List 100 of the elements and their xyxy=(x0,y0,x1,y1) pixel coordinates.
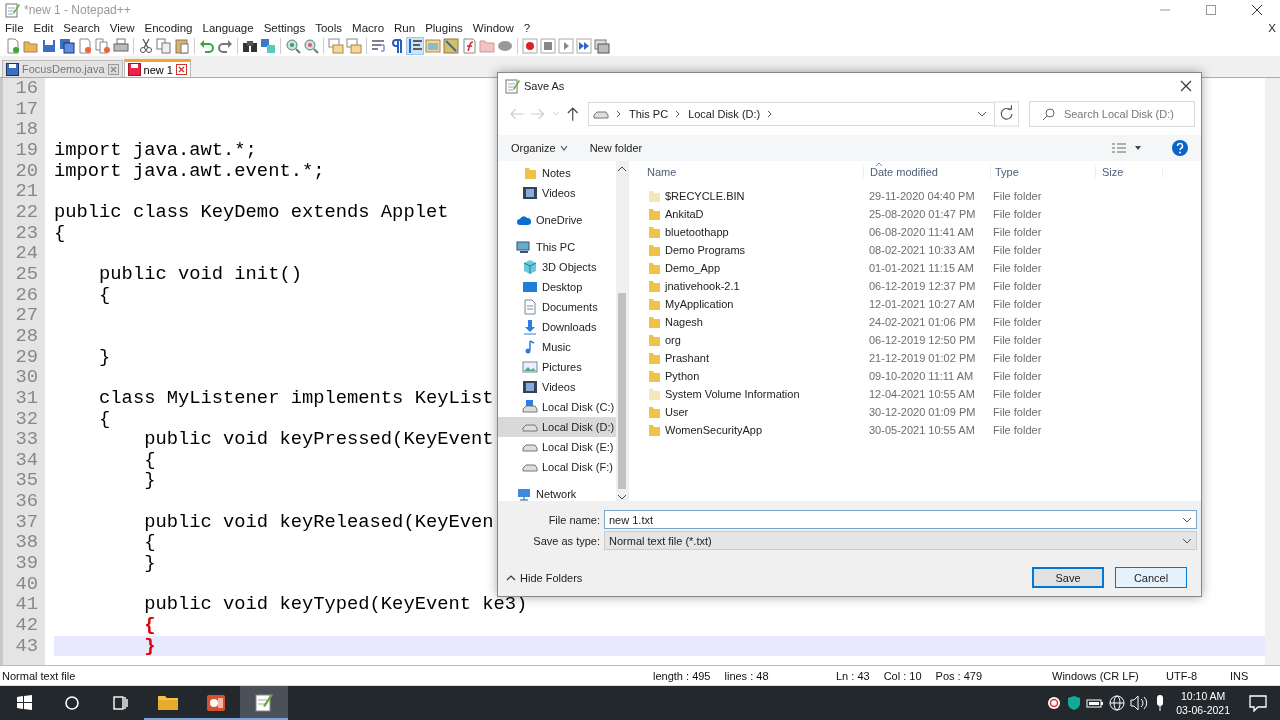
file-name[interactable]: Prashant xyxy=(665,352,710,364)
file-name[interactable]: bluetoothapp xyxy=(665,226,729,238)
dialog-button[interactable]: Cancel xyxy=(1115,567,1187,588)
file-name[interactable]: Nagesh xyxy=(665,316,703,328)
file-name[interactable]: System Volume Information xyxy=(665,388,800,400)
redo-arrow-icon[interactable] xyxy=(217,38,233,54)
fast-forward-icon[interactable] xyxy=(576,38,592,54)
column-header[interactable]: Size xyxy=(1096,166,1163,178)
navigation-item[interactable]: Pictures xyxy=(498,357,616,377)
navigation-item[interactable]: Desktop xyxy=(498,277,616,297)
close-document-button[interactable]: X xyxy=(1268,22,1276,34)
refresh-icon[interactable] xyxy=(993,101,1019,127)
navigation-item[interactable]: Notes xyxy=(498,163,616,183)
close-documents-icon[interactable] xyxy=(95,38,111,54)
navigation-item[interactable]: Local Disk (C:) xyxy=(498,397,616,417)
menu-item[interactable]: Tools xyxy=(315,22,343,34)
navigation-item[interactable]: Downloads xyxy=(498,317,616,337)
column-header[interactable]: Name xyxy=(645,166,864,178)
menu-item[interactable]: Encoding xyxy=(144,22,193,34)
printer-icon[interactable] xyxy=(113,38,129,54)
navigation-item[interactable]: Local Disk (E:) xyxy=(498,437,616,457)
scissors-icon[interactable] xyxy=(138,38,154,54)
window-title: *new 1 - Notepad++ xyxy=(24,3,131,17)
play-icon[interactable] xyxy=(558,38,574,54)
document-tab[interactable]: FocusDemo.java xyxy=(2,60,123,77)
breadcrumb-item[interactable]: This PC xyxy=(629,108,669,120)
navigation-item[interactable]: Local Disk (D:) xyxy=(498,417,616,437)
pilcrow-icon[interactable] xyxy=(389,38,405,54)
clipboard-icon[interactable] xyxy=(174,38,190,54)
new-folder-button[interactable]: New folder xyxy=(589,142,643,154)
find-replace-icon[interactable] xyxy=(260,38,276,54)
navigation-item[interactable]: Videos xyxy=(498,183,616,203)
stop-icon[interactable] xyxy=(540,38,556,54)
macro-list-icon[interactable] xyxy=(594,38,610,54)
menu-item[interactable]: Language xyxy=(202,22,254,34)
menu-item[interactable]: Settings xyxy=(263,22,306,34)
menu-item[interactable]: ? xyxy=(523,22,531,34)
line-number: 21 xyxy=(14,181,39,202)
menu-item[interactable]: Macro xyxy=(352,22,385,34)
file-name[interactable]: Python xyxy=(665,370,700,382)
navigation-item[interactable]: Videos xyxy=(498,377,616,397)
column-header[interactable]: Type xyxy=(991,166,1096,178)
file-name[interactable]: WomenSecurityApp xyxy=(665,424,762,436)
undo-arrow-icon[interactable] xyxy=(199,38,215,54)
navigation-item[interactable]: 3D Objects xyxy=(498,257,616,277)
scroll-up-icon[interactable] xyxy=(617,165,627,173)
file-name[interactable]: MyApplication xyxy=(665,298,734,310)
breadcrumb-item[interactable]: Local Disk (D:) xyxy=(688,108,761,120)
file-name[interactable]: Demo Programs xyxy=(665,244,746,256)
menu-item[interactable]: Run xyxy=(394,22,416,34)
floppy-disks-icon[interactable] xyxy=(59,38,75,54)
clock-time[interactable]: 10:10 AM xyxy=(1180,689,1226,703)
file-name[interactable]: org xyxy=(665,334,681,346)
navigation-item[interactable]: OneDrive xyxy=(498,210,616,230)
scroll-down-icon[interactable] xyxy=(617,493,627,501)
new-document-icon[interactable] xyxy=(5,38,21,54)
caret-icon[interactable] xyxy=(1182,515,1192,524)
menu-item[interactable]: Edit xyxy=(33,22,54,34)
scrollbar[interactable] xyxy=(616,161,628,501)
file-name[interactable]: Demo_App xyxy=(665,262,721,274)
file-name[interactable]: User xyxy=(665,406,689,418)
close-icon[interactable] xyxy=(1179,79,1193,93)
dialog-button[interactable]: Save xyxy=(1032,567,1104,588)
menu-item[interactable]: File xyxy=(5,22,24,34)
caret-icon[interactable] xyxy=(1182,536,1192,545)
menu-item[interactable]: Plugins xyxy=(425,22,463,34)
file-name[interactable]: AnkitaD xyxy=(665,208,704,220)
address-bar[interactable]: This PC Local Disk (D:) xyxy=(588,102,995,126)
menu-item[interactable]: Search xyxy=(63,22,100,34)
record-icon[interactable] xyxy=(522,38,538,54)
file-name-field[interactable]: new 1.txt xyxy=(604,510,1197,529)
navigation-item[interactable]: This PC xyxy=(498,237,616,257)
zoom-out-icon[interactable] xyxy=(303,38,319,54)
open-folder-icon[interactable] xyxy=(23,38,39,54)
binoculars-icon[interactable] xyxy=(242,38,258,54)
document-tab[interactable]: new 1 xyxy=(123,59,191,77)
zoom-in-icon[interactable] xyxy=(285,38,301,54)
clock-date[interactable]: 03-06-2021 xyxy=(1176,703,1230,717)
navigation-item[interactable]: Network xyxy=(498,484,616,504)
hide-folders-button[interactable]: Hide Folders xyxy=(506,571,583,584)
organize-menu-button[interactable]: Organize xyxy=(511,142,568,154)
navigation-item[interactable]: Documents xyxy=(498,297,616,317)
column-header[interactable]: Date modified xyxy=(864,166,991,178)
help-icon[interactable] xyxy=(1171,139,1189,157)
search-field[interactable]: Search Local Disk (D:) xyxy=(1028,101,1195,127)
menu-item[interactable]: View xyxy=(109,22,135,34)
menu-item[interactable]: Window xyxy=(472,22,514,34)
caret-icon[interactable] xyxy=(1133,144,1143,152)
file-name[interactable]: jnativehook-2.1 xyxy=(665,280,740,292)
caret-icon[interactable] xyxy=(559,145,568,151)
navigation-item[interactable]: Local Disk (F:) xyxy=(498,457,616,477)
save-type-dropdown[interactable]: Normal text file (*.txt) xyxy=(604,531,1197,550)
file-name[interactable]: $RECYCLE.BIN xyxy=(665,190,745,202)
navigation-item[interactable]: Music xyxy=(498,337,616,357)
function-list-icon[interactable] xyxy=(461,38,477,54)
copy-icon[interactable] xyxy=(156,38,172,54)
word-wrap-icon[interactable] xyxy=(371,38,387,54)
scrollbar[interactable] xyxy=(1265,78,1280,665)
indent-guide-toggle-button[interactable] xyxy=(406,37,424,55)
taskbar-button[interactable] xyxy=(240,686,288,720)
